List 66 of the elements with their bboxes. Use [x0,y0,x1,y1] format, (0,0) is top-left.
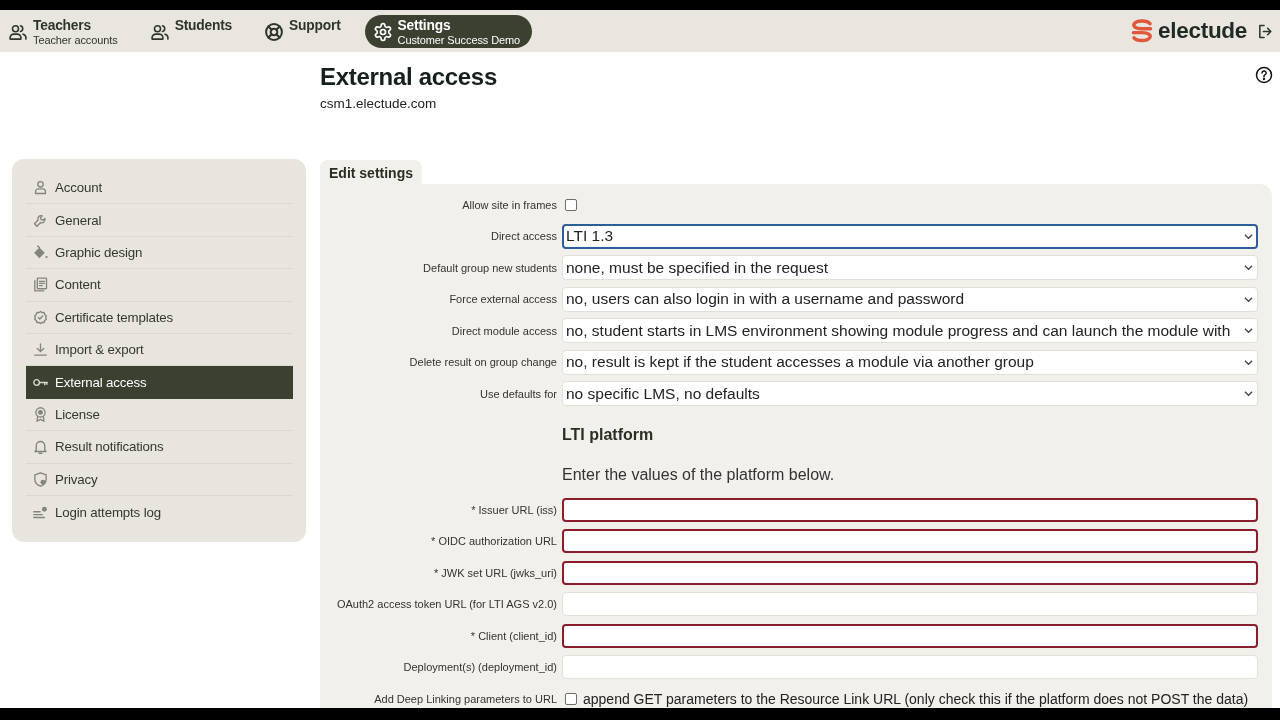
select-field[interactable]: no, student starts in LMS environment showing module progress and can launch the module with [562,318,1258,344]
page-subtitle: csm1.electude.com [320,95,438,113]
page-title: External access [320,62,498,92]
documents-icon [32,276,49,294]
checkbox[interactable] [565,692,577,705]
settings-icon [372,21,393,42]
text-field[interactable] [562,560,1258,585]
caret-icon [1244,231,1253,241]
sidebar-item[interactable]: Account [26,172,293,205]
bell-icon [32,438,49,456]
caret-icon [1244,389,1253,399]
section-heading: LTI platform [562,424,655,445]
field-label: Use defaults for [478,387,557,400]
panel-title: Edit settings [320,160,422,184]
field-label: Default group new students [422,261,557,274]
text-field[interactable] [562,529,1258,554]
shield-icon [32,470,49,488]
nav-tab[interactable]: Settings Customer Success Demo [364,14,533,48]
sidebar-item[interactable]: Graphic design [26,236,293,270]
field-label: Force external access [448,293,557,306]
field-label: Direct module access [450,324,557,337]
caret-icon [1244,263,1253,273]
caret-icon [1244,357,1253,367]
sidebar-item[interactable]: License [26,398,293,432]
sidebar-item[interactable]: Privacy [26,463,293,496]
sidebar-item[interactable]: Content [26,269,293,302]
sidebar-item[interactable]: General [26,204,293,237]
field-label: Direct access [489,230,557,243]
help-icon[interactable] [1255,66,1273,84]
lifebuoy-icon [264,21,285,42]
sidebar-item[interactable]: External access [26,366,293,399]
sidebar-item[interactable]: Login attempts log [26,495,293,529]
select-field[interactable]: no, result is kept if the student accesses a module via another group [562,349,1258,375]
logout-icon[interactable] [1257,22,1274,40]
text-field[interactable] [562,497,1258,522]
select-field[interactable]: no, users can also login in with a username and password [562,286,1258,312]
field-label: Delete result on group change [408,356,557,369]
caret-icon [1244,326,1253,336]
field-label: OAuth2 access token URL (for LTI AGS v2.0) [335,598,557,611]
text-field[interactable] [562,623,1258,648]
field-label: Allow site in frames [461,198,557,211]
paint-bucket-icon [32,243,49,261]
brand-name: electude [1158,18,1247,44]
user-icon [32,179,49,197]
field-label: * JWK set URL (jwks_uri) [432,566,557,579]
section-description: Enter the values of the platform below. [562,464,836,485]
nav-tab[interactable]: Students [141,14,245,48]
sidebar-item[interactable]: Result notifications [26,431,293,464]
caret-icon [1244,294,1253,304]
field-label: * Client (client_id) [469,629,557,642]
field-label: * OIDC authorization URL [430,535,557,548]
select-field[interactable]: none, must be specified in the request [562,255,1258,281]
nav-tab[interactable]: Teachers Teacher accounts [0,14,130,48]
checkbox-label: append GET parameters to the Resource Link URL (only check this if the platform does not POST the data) [583,690,1249,707]
download-icon [32,341,49,359]
select-field[interactable]: no specific LMS, no defaults [562,381,1258,407]
award-icon [32,405,49,423]
field-label: Add Deep Linking parameters to URL [373,692,557,705]
select-field[interactable]: LTI 1.3 [562,223,1258,249]
field-label: * Issuer URL (iss) [470,503,557,516]
nav-tab[interactable]: Support [256,14,353,48]
sidebar-item[interactable]: Certificate templates [26,301,293,334]
badge-check-icon [32,308,49,326]
logo-icon [1131,19,1154,43]
checkbox[interactable] [565,198,577,211]
field-label: Deployment(s) (deployment_id) [402,661,557,674]
